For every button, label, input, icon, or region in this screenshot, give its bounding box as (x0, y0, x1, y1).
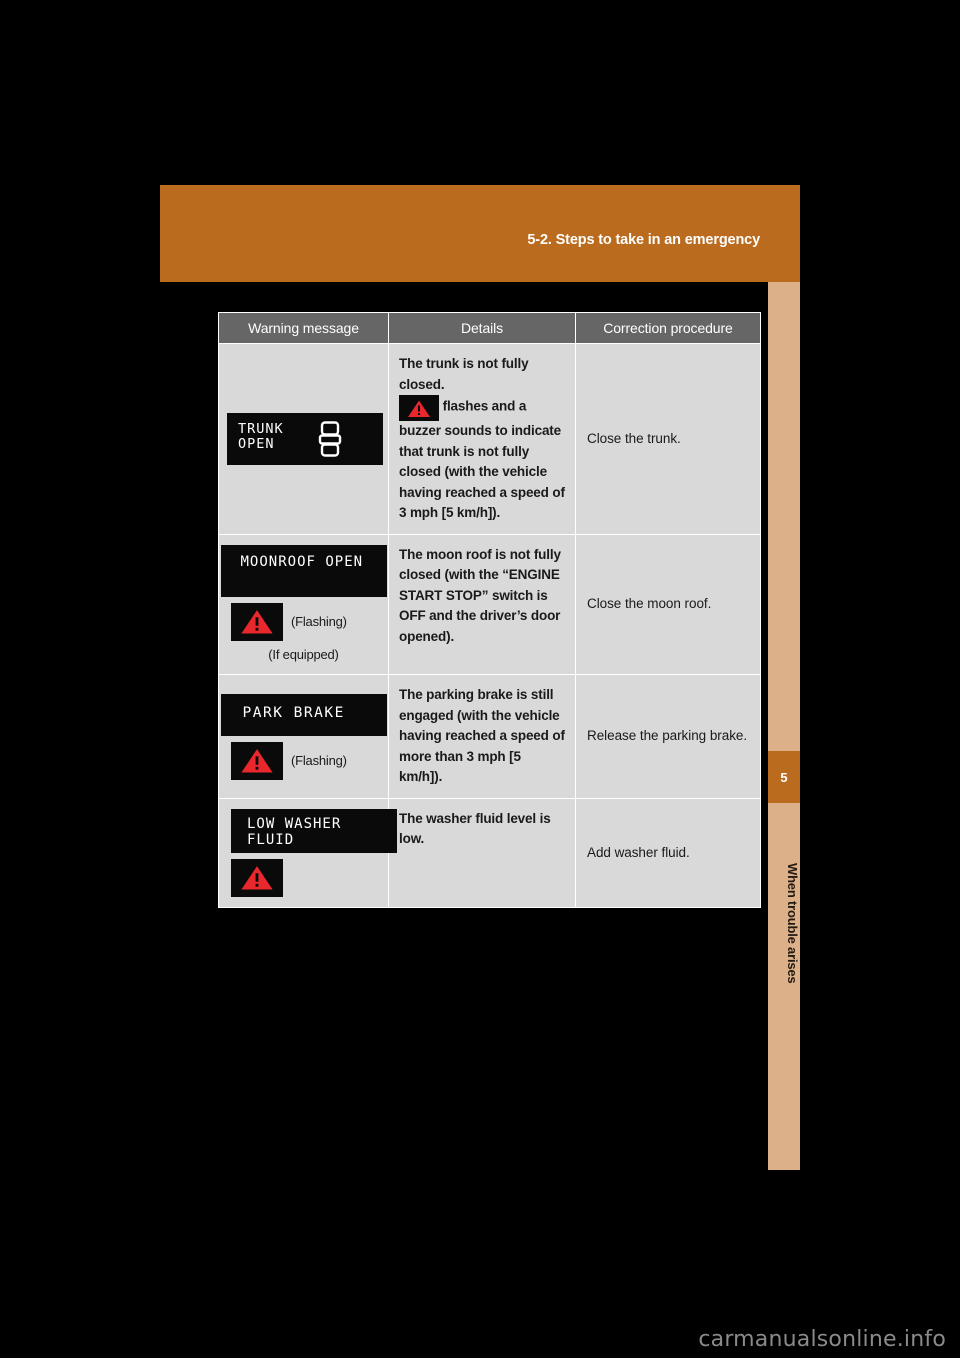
table-row: LOW WASHER FLUID The washer fluid level … (218, 797, 761, 908)
lcd-display-park-brake: PARK BRAKE (220, 693, 387, 736)
lcd-line-1: MOONROOF (240, 553, 316, 570)
lcd-display-moonroof-open: MOONROOF OPEN (220, 544, 387, 597)
lcd-display-low-washer-fluid: LOW WASHER FLUID (231, 808, 397, 853)
table-header-row: Warning message Details Correction proce… (218, 312, 761, 344)
details-cell: The trunk is not fully closed. flashes a… (388, 343, 576, 535)
lcd-line-2: FLUID (247, 831, 295, 848)
details-lead-text: The trunk is not fully closed. (399, 356, 529, 392)
message-stack: LOW WASHER FLUID (231, 808, 397, 897)
thumb-index-strip: 5 When trouble arises (768, 282, 800, 1170)
table-row: MOONROOF OPEN (Flashing) (If equipped) T… (218, 533, 761, 676)
car-trunk-open-icon (317, 421, 343, 461)
details-cell: The washer fluid level is low. (388, 797, 576, 908)
watermark-text: carmanualsonline.info (698, 1327, 946, 1352)
section-header-bar: 5-2. Steps to take in an emergency (160, 185, 800, 282)
details-body-text: flashes and a buzzer sounds to indicate … (399, 395, 565, 524)
lcd-display-trunk-open: TRUNK OPEN (227, 412, 383, 465)
lcd-line-1: TRUNK (238, 420, 284, 437)
column-header-warning-message: Warning message (218, 312, 389, 344)
details-body-text: The parking brake is still engaged (with… (399, 687, 565, 785)
chapter-number: 5 (780, 769, 788, 785)
warning-message-cell: PARK BRAKE (Flashing) (218, 674, 389, 799)
chapter-number-badge: 5 (768, 751, 800, 803)
correction-procedure-cell: Release the parking brake. (575, 674, 761, 799)
flashing-indicator-row: (Flashing) (231, 741, 347, 780)
lcd-line-1: PARK BRAKE (242, 704, 345, 721)
lcd-line-2: OPEN (238, 435, 275, 452)
manual-page: 5-2. Steps to take in an emergency 5 Whe… (0, 0, 960, 1358)
correction-procedure-cell: Close the moon roof. (575, 533, 761, 676)
flashing-indicator-row: (Flashing) (231, 602, 347, 641)
details-cell: The parking brake is still engaged (with… (388, 674, 576, 799)
warning-triangle-icon (231, 741, 283, 780)
warning-message-cell: TRUNK OPEN (218, 343, 389, 535)
column-header-correction-procedure: Correction procedure (575, 312, 761, 344)
details-cell: The moon roof is not fully closed (with … (388, 533, 576, 676)
details-body-text: The washer fluid level is low. (399, 810, 551, 847)
warning-triangle-icon (231, 602, 283, 641)
warning-triangle-icon (399, 395, 439, 422)
correction-procedure-cell: Close the trunk. (575, 343, 761, 535)
lcd-line-1: LOW WASHER (247, 815, 342, 832)
warning-triangle-icon (231, 858, 283, 897)
section-title: 5-2. Steps to take in an emergency (527, 232, 760, 248)
flashing-note: (Flashing) (291, 613, 347, 629)
warning-message-table: Warning message Details Correction proce… (218, 312, 761, 908)
table-row: PARK BRAKE (Flashing) The parking brake … (218, 674, 761, 799)
message-stack: PARK BRAKE (Flashing) (220, 693, 387, 780)
message-stack: MOONROOF OPEN (Flashing) (If equipped) (220, 544, 387, 665)
details-body-text: The moon roof is not fully closed (with … (399, 546, 561, 644)
correction-procedure-cell: Add washer fluid. (575, 797, 761, 908)
column-header-details: Details (388, 312, 576, 344)
flashing-note: (Flashing) (291, 752, 347, 768)
if-equipped-note: (If equipped) (268, 646, 339, 662)
warning-message-cell: MOONROOF OPEN (Flashing) (If equipped) (218, 533, 389, 676)
chapter-label: When trouble arises (785, 862, 800, 984)
warning-message-cell: LOW WASHER FLUID (218, 797, 397, 908)
lcd-line-2: OPEN (325, 553, 364, 570)
table-row: TRUNK OPEN The trunk is not fully closed… (218, 343, 761, 535)
